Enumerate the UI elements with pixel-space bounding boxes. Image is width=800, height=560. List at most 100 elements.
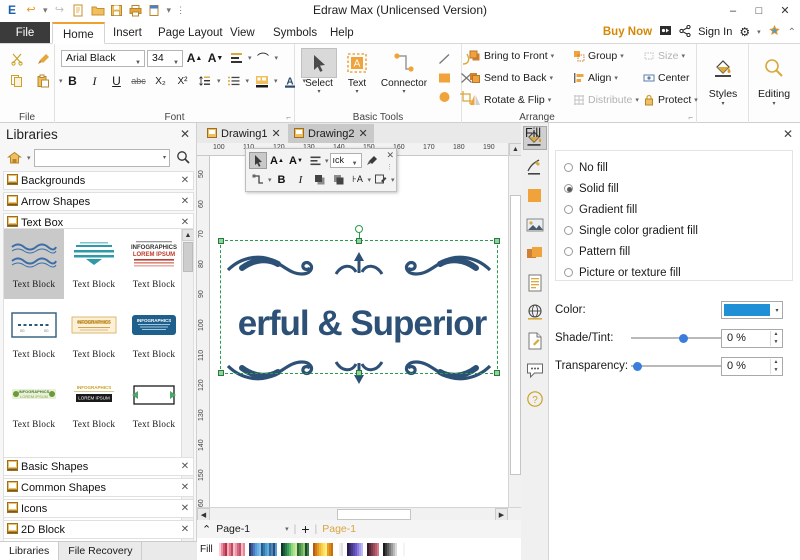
highlight-icon[interactable] — [252, 72, 271, 90]
styles-dropdown-icon[interactable]: ▾ — [702, 100, 744, 107]
mini-connector-dropdown-icon[interactable]: ▾ — [268, 176, 272, 184]
align-button[interactable]: Align ▾ — [572, 71, 618, 84]
maximize-button[interactable]: □ — [746, 2, 772, 19]
rectangle-tool-icon[interactable] — [435, 69, 453, 86]
shape-item[interactable]: 00 00 Text Block — [4, 299, 64, 369]
tab-insert[interactable]: Insert — [103, 22, 152, 44]
fill-option-solid-fill[interactable]: Solid fill — [556, 178, 792, 199]
document-tab-close-icon[interactable]: ✕ — [358, 127, 367, 140]
editing-button[interactable]: Editing ▾ — [753, 48, 795, 107]
styles-button[interactable]: Styles ▾ — [702, 48, 744, 107]
fill-option-picture-or-texture-fill[interactable]: Picture or texture fill — [556, 262, 792, 283]
fill-panel-close-icon[interactable]: ✕ — [783, 127, 793, 141]
distribute-button[interactable]: Distribute ▾ — [572, 93, 639, 106]
distribute-dropdown-icon[interactable]: ▾ — [635, 96, 639, 104]
sign-in-button[interactable]: Sign In — [698, 26, 732, 38]
theme-icon[interactable] — [768, 24, 781, 40]
fill-swatch-strip[interactable] — [216, 542, 405, 556]
tab-file-recovery[interactable]: File Recovery — [59, 542, 143, 560]
comment-panel-icon[interactable] — [523, 358, 547, 382]
shape-item[interactable]: Text Block — [4, 229, 64, 299]
library-category-common-shapes[interactable]: Common Shapes ✕ — [3, 478, 194, 497]
drawing-page[interactable]: erful & Superior — [210, 156, 508, 536]
rotate-flip-button[interactable]: Rotate & Flip ▾ — [468, 93, 551, 106]
mini-shrink-font-icon[interactable]: A ▼ — [287, 152, 305, 169]
gear-dropdown-icon[interactable]: ▾ — [757, 28, 761, 36]
resize-handle-se[interactable] — [494, 370, 500, 376]
close-button[interactable]: ✕ — [772, 2, 798, 19]
size-dropdown-icon[interactable]: ▾ — [681, 52, 685, 60]
send-to-back-dropdown-icon[interactable]: ▾ — [549, 74, 553, 82]
help-panel-icon[interactable]: ? — [523, 387, 547, 411]
document-tab-drawing2[interactable]: Drawing2 ✕ — [288, 124, 374, 143]
editing-dropdown-icon[interactable]: ▾ — [753, 100, 795, 107]
library-category-basic-shapes[interactable]: Basic Shapes ✕ — [3, 457, 194, 476]
library-category-close-icon[interactable]: ✕ — [177, 196, 193, 207]
tab-file[interactable]: File — [0, 22, 50, 44]
mini-align-icon[interactable] — [306, 152, 324, 169]
mini-toolbar-close-icon[interactable]: ✕ — [386, 150, 394, 161]
add-page-icon[interactable]: + — [301, 521, 309, 537]
fill-color-button[interactable]: ▾ — [721, 301, 783, 319]
canvas-vertical-scrollbar[interactable]: ▲ ▼ — [508, 143, 522, 536]
library-category-close-icon[interactable]: ✕ — [177, 482, 193, 493]
mini-select-icon[interactable] — [249, 152, 267, 169]
library-category-arrow-shapes[interactable]: Arrow Shapes ✕ — [3, 192, 194, 211]
font-size-combo[interactable]: 34 ▼ — [147, 49, 183, 67]
shape-grid-scroll-up[interactable]: ▲ — [182, 229, 193, 241]
canvas-horizontal-scrollbar[interactable]: ◀ ▶ — [197, 507, 521, 521]
format-painter-icon[interactable] — [33, 50, 53, 68]
shape-item[interactable]: INFOGRAPHICS Text Block — [64, 299, 124, 369]
transparency-slider[interactable] — [631, 359, 727, 373]
shrink-font-icon[interactable]: A ▼ — [206, 49, 225, 67]
gear-icon[interactable]: ⚙ — [739, 25, 750, 39]
line-tool-icon[interactable] — [435, 50, 453, 67]
minimize-button[interactable]: – — [720, 2, 746, 19]
fill-option-single-color-gradient-fill[interactable]: Single color gradient fill — [556, 220, 792, 241]
library-category-backgrounds[interactable]: Backgrounds ✕ — [3, 171, 194, 190]
tab-symbols[interactable]: Symbols — [263, 22, 327, 44]
grow-font-icon[interactable]: A ▲ — [185, 49, 204, 67]
tab-help[interactable]: Help — [320, 22, 364, 44]
resize-handle-sw[interactable] — [218, 370, 224, 376]
tab-home[interactable]: Home — [52, 22, 105, 44]
radio-gradient-fill[interactable] — [564, 205, 573, 214]
resize-handle-nw[interactable] — [218, 238, 224, 244]
library-category-close-icon[interactable]: ✕ — [177, 217, 193, 228]
rotate-flip-dropdown-icon[interactable]: ▾ — [548, 96, 552, 104]
mini-italic-button[interactable]: I — [292, 171, 310, 188]
protect-button[interactable]: Protect ▾ — [642, 93, 698, 106]
center-button[interactable]: Center — [642, 71, 690, 84]
library-category-close-icon[interactable]: ✕ — [177, 175, 193, 186]
search-icon[interactable] — [173, 150, 193, 167]
resize-handle-n[interactable] — [356, 238, 362, 244]
bullets-dropdown-icon[interactable]: ▾ — [246, 77, 250, 85]
shade-tint-spin-arrows[interactable]: ▲ ▼ — [770, 330, 781, 346]
share-icon[interactable] — [679, 24, 691, 40]
search-input[interactable]: ▾ — [33, 149, 170, 167]
size-button[interactable]: Size ▾ — [642, 49, 685, 62]
page-tab-page-1[interactable]: Page-1 — [322, 523, 356, 535]
libraries-close-icon[interactable]: ✕ — [180, 127, 190, 141]
strikethrough-button[interactable]: abc — [129, 72, 148, 90]
transparency-spin-arrows[interactable]: ▲ ▼ — [770, 358, 781, 374]
text-align-icon[interactable] — [227, 49, 246, 67]
shade-tint-slider[interactable] — [631, 331, 727, 345]
mini-send-back-icon[interactable] — [330, 171, 348, 188]
bold-button[interactable]: B — [63, 72, 82, 90]
mini-connector-icon[interactable] — [249, 171, 267, 188]
radio-solid-fill[interactable] — [564, 184, 573, 193]
line-spacing-icon[interactable] — [195, 72, 214, 90]
library-category-close-icon[interactable]: ✕ — [177, 461, 193, 472]
transparency-spinner[interactable]: 0 % ▲ ▼ — [721, 356, 783, 376]
collapse-ribbon-icon[interactable]: ⌃ — [788, 27, 796, 38]
text-tool-button[interactable]: A Text ▾ — [339, 48, 375, 95]
ellipse-tool-icon[interactable] — [435, 88, 453, 105]
shape-item[interactable]: INFOGRAPHICS LOREM IPSUM Text Block — [4, 369, 64, 439]
line-panel-icon[interactable] — [523, 155, 547, 179]
buy-now-button[interactable]: Buy Now — [603, 26, 652, 38]
radio-single-color-gradient-fill[interactable] — [564, 226, 573, 235]
connector-tool-button[interactable]: Connector ▾ — [377, 48, 431, 95]
tab-libraries[interactable]: Libraries — [0, 542, 60, 560]
curved-text-icon[interactable]: ⌒ — [254, 49, 273, 67]
